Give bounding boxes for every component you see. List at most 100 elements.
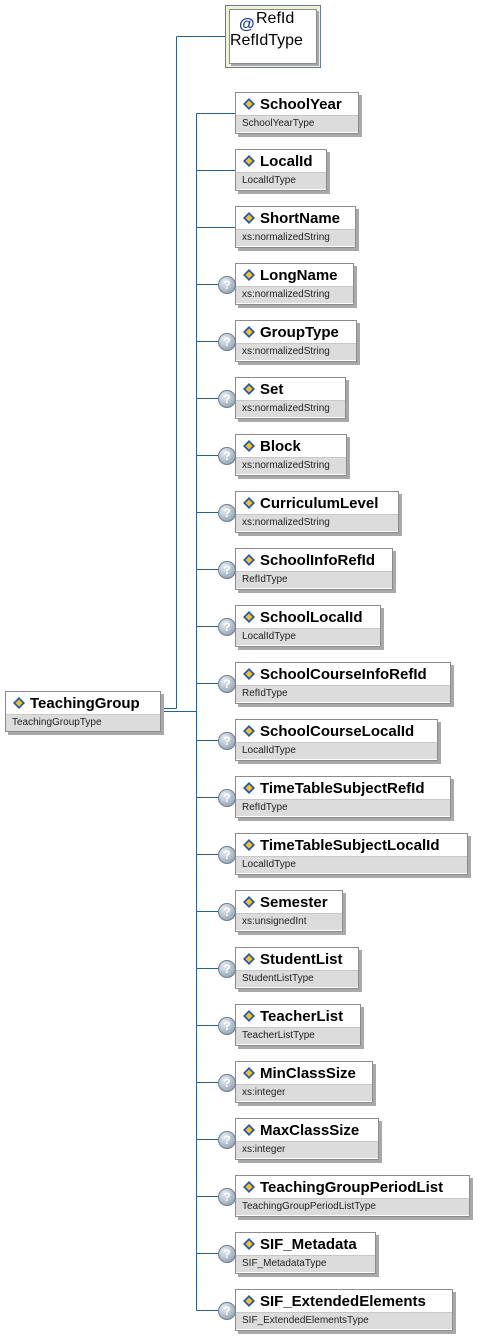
element-name: SIF_ExtendedElements — [260, 1293, 426, 1310]
element-diamond-icon — [243, 725, 255, 737]
element-type: RefIdType — [236, 685, 450, 702]
element-type: xs:normalizedString — [236, 229, 355, 246]
element-type: xs:normalizedString — [236, 400, 345, 417]
element-name: TeacherList — [260, 1008, 344, 1025]
element-title: Block — [236, 435, 346, 457]
attribute-title: @ RefId — [230, 10, 316, 33]
element-node-localid[interactable]: LocalId LocalIdType — [235, 149, 327, 191]
element-title: TeachingGroupPeriodList — [236, 1176, 469, 1198]
element-name: GroupType — [260, 324, 339, 341]
attribute-box: @ RefId RefIdType — [229, 9, 317, 64]
element-type: SIF_MetadataType — [236, 1255, 375, 1272]
question-mark-icon: ? — [218, 846, 236, 864]
at-sign-icon: @ — [239, 16, 255, 33]
element-title: SIF_ExtendedElements — [236, 1290, 452, 1312]
question-mark-icon: ? — [218, 960, 236, 978]
element-type: StudentListType — [236, 970, 358, 987]
element-name: MinClassSize — [260, 1065, 356, 1082]
element-node-sif-extendedelements[interactable]: SIF_ExtendedElements SIF_ExtendedElements… — [235, 1289, 453, 1331]
element-type: SIF_ExtendedElementsType — [236, 1312, 452, 1329]
element-title: SIF_Metadata — [236, 1233, 375, 1255]
element-type: xs:normalizedString — [236, 514, 398, 531]
element-diamond-icon — [243, 1238, 255, 1250]
element-diamond-icon — [243, 611, 255, 623]
element-node-semester[interactable]: Semester xs:unsignedInt — [235, 890, 343, 932]
element-type: LocalIdType — [236, 628, 380, 645]
root-title: TeachingGroup — [6, 692, 160, 714]
element-title: MinClassSize — [236, 1062, 372, 1084]
question-mark-icon: ? — [218, 732, 236, 750]
element-name: Set — [260, 381, 284, 398]
element-node-timetablesubjectlocalid[interactable]: TimeTableSubjectLocalId LocalIdType — [235, 833, 468, 875]
element-diamond-icon — [243, 155, 255, 167]
element-type: xs:normalizedString — [236, 457, 346, 474]
question-mark-icon: ? — [218, 1245, 236, 1263]
element-name: MaxClassSize — [260, 1122, 360, 1139]
element-title: LocalId — [236, 150, 326, 172]
element-diamond-icon — [243, 383, 255, 395]
element-name: SchoolCourseLocalId — [260, 723, 415, 740]
element-title: SchoolCourseInfoRefId — [236, 663, 450, 685]
element-diamond-icon — [243, 953, 255, 965]
element-diamond-icon — [243, 212, 255, 224]
element-name: CurriculumLevel — [260, 495, 379, 512]
question-mark-icon: ? — [218, 1017, 236, 1035]
element-node-schoolcourselocalid[interactable]: SchoolCourseLocalId LocalIdType — [235, 719, 438, 761]
element-type: LocalIdType — [236, 742, 437, 759]
element-node-schoolinforefid[interactable]: SchoolInfoRefId RefIdType — [235, 548, 393, 590]
element-title: TeacherList — [236, 1005, 360, 1027]
element-node-shortname[interactable]: ShortName xs:normalizedString — [235, 206, 356, 248]
element-title: TimeTableSubjectLocalId — [236, 834, 467, 856]
element-node-curriculumlevel[interactable]: CurriculumLevel xs:normalizedString — [235, 491, 399, 533]
element-title: SchoolCourseLocalId — [236, 720, 437, 742]
element-node-schoollocalid[interactable]: SchoolLocalId LocalIdType — [235, 605, 381, 647]
element-node-teachinggroupperiodlist[interactable]: TeachingGroupPeriodList TeachingGroupPeri… — [235, 1175, 470, 1217]
element-diamond-icon — [243, 497, 255, 509]
question-mark-icon: ? — [218, 903, 236, 921]
question-mark-icon: ? — [218, 333, 236, 351]
element-name: ShortName — [260, 210, 341, 227]
element-node-maxclasssize[interactable]: MaxClassSize xs:integer — [235, 1118, 379, 1160]
element-title: SchoolInfoRefId — [236, 549, 392, 571]
element-diamond-icon — [243, 1181, 255, 1193]
element-title: Set — [236, 378, 345, 400]
element-title: ShortName — [236, 207, 355, 229]
element-node-studentlist[interactable]: StudentList StudentListType — [235, 947, 359, 989]
root-name: TeachingGroup — [30, 695, 140, 712]
schema-diagram: @ RefId RefIdType TeachingGroup Teaching… — [0, 0, 493, 1336]
root-node-teachinggroup[interactable]: TeachingGroup TeachingGroupType — [5, 691, 161, 732]
element-type: TeachingGroupPeriodListType — [236, 1198, 469, 1215]
element-node-set[interactable]: Set xs:normalizedString — [235, 377, 346, 419]
element-name: StudentList — [260, 951, 343, 968]
element-name: TimeTableSubjectRefId — [260, 780, 425, 797]
element-node-sif-metadata[interactable]: SIF_Metadata SIF_MetadataType — [235, 1232, 376, 1274]
element-diamond-icon — [243, 896, 255, 908]
element-name: LocalId — [260, 153, 313, 170]
element-diamond-icon — [243, 440, 255, 452]
element-node-longname[interactable]: LongName xs:normalizedString — [235, 263, 354, 305]
element-name: SchoolLocalId — [260, 609, 363, 626]
element-node-grouptype[interactable]: GroupType xs:normalizedString — [235, 320, 357, 362]
element-diamond-icon — [243, 98, 255, 110]
element-title: TimeTableSubjectRefId — [236, 777, 450, 799]
attribute-node-refid[interactable]: @ RefId RefIdType — [225, 5, 321, 68]
element-type: LocalIdType — [236, 172, 326, 189]
element-name: Semester — [260, 894, 328, 911]
element-title: LongName — [236, 264, 353, 286]
element-name: SIF_Metadata — [260, 1236, 357, 1253]
element-name: TeachingGroupPeriodList — [260, 1179, 444, 1196]
element-node-schoolyear[interactable]: SchoolYear SchoolYearType — [235, 92, 359, 134]
element-diamond-icon — [243, 1295, 255, 1307]
element-title: GroupType — [236, 321, 356, 343]
element-name: SchoolInfoRefId — [260, 552, 375, 569]
element-node-teacherlist[interactable]: TeacherList TeacherListType — [235, 1004, 361, 1046]
element-node-timetablesubjectrefid[interactable]: TimeTableSubjectRefId RefIdType — [235, 776, 451, 818]
element-title: StudentList — [236, 948, 358, 970]
element-node-block[interactable]: Block xs:normalizedString — [235, 434, 347, 476]
element-diamond-icon — [243, 668, 255, 680]
element-node-schoolcourseinforefid[interactable]: SchoolCourseInfoRefId RefIdType — [235, 662, 451, 704]
element-node-minclasssize[interactable]: MinClassSize xs:integer — [235, 1061, 373, 1103]
element-name: SchoolYear — [260, 96, 342, 113]
element-diamond-icon — [243, 554, 255, 566]
element-type: RefIdType — [236, 799, 450, 816]
